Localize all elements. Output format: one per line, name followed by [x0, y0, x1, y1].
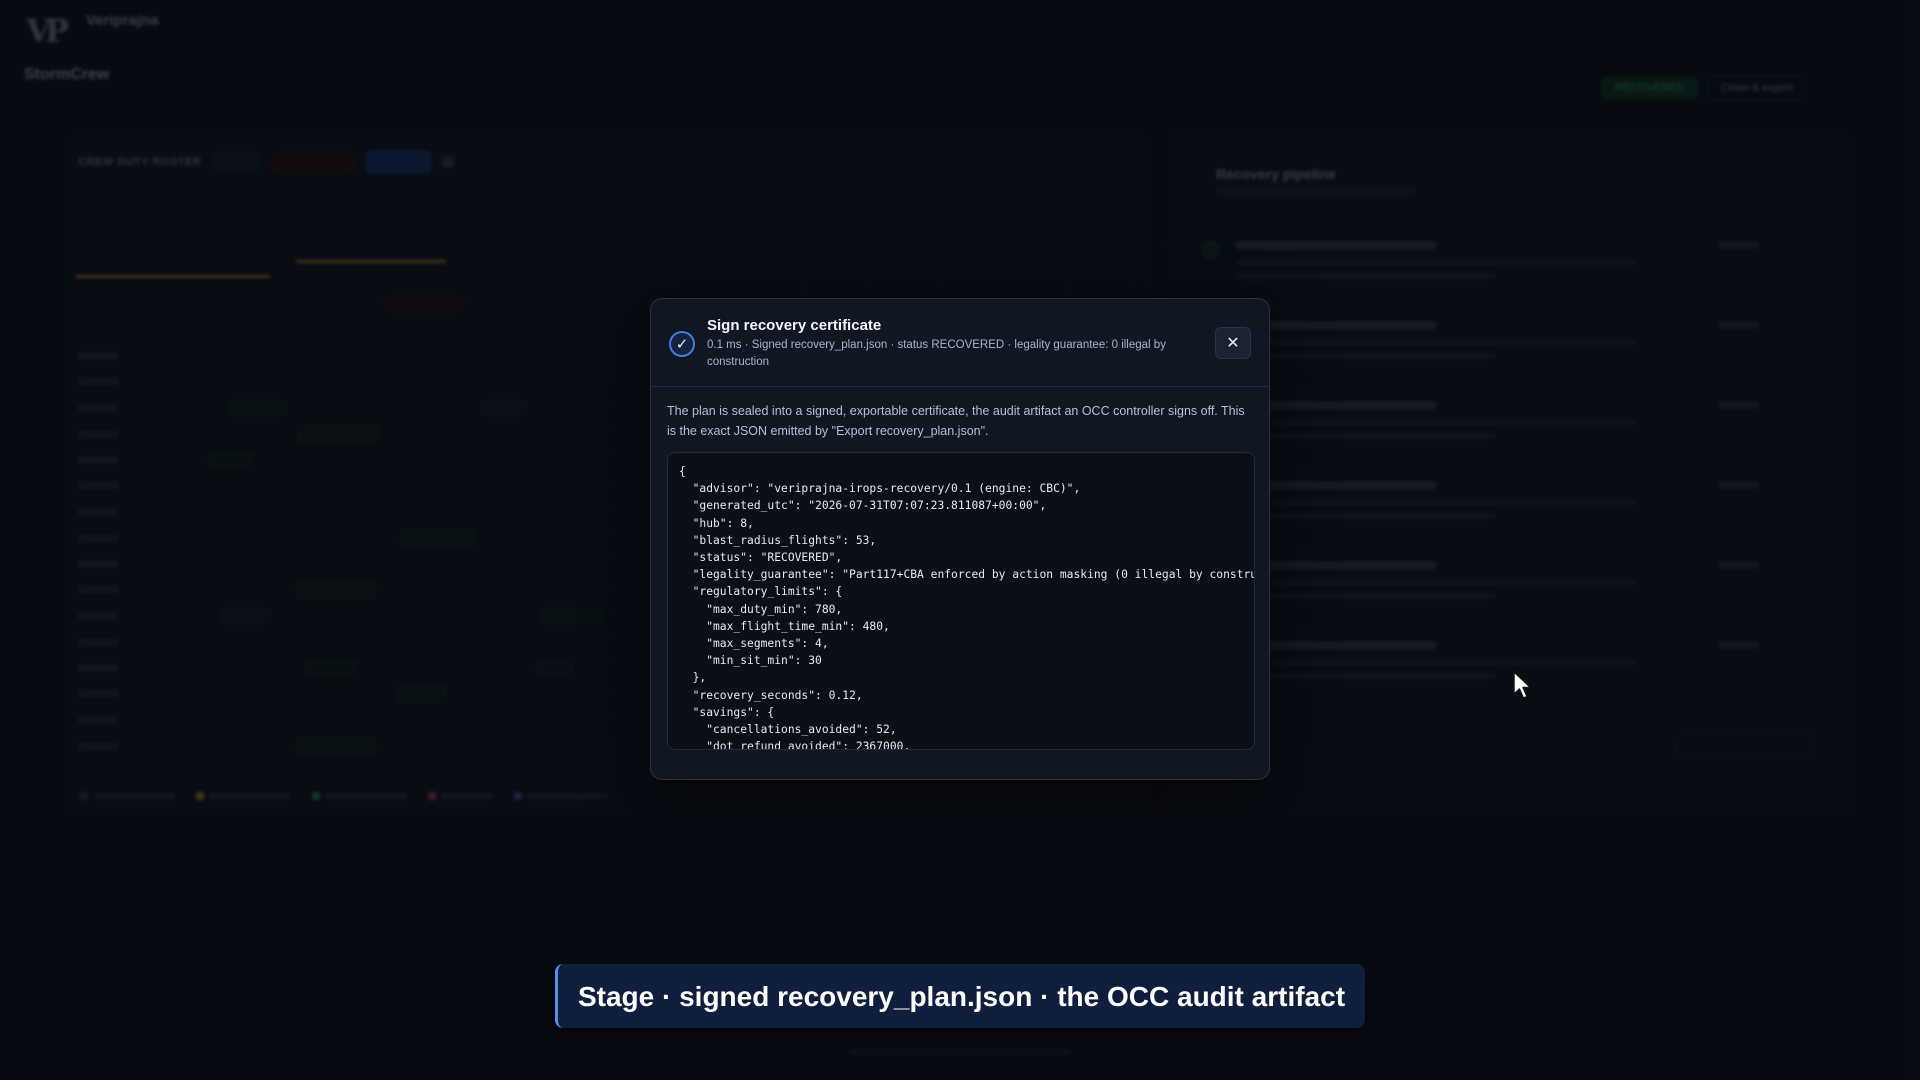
json-line: "dot_refund_avoided": 2367000,: [679, 740, 911, 750]
json-line: },: [679, 671, 707, 685]
caption-text: Stage · signed recovery_plan.json · the …: [577, 981, 1346, 1012]
mouse-cursor-icon: [1513, 671, 1532, 699]
modal-meta: 0.1 ms · Signed recovery_plan.json · sta…: [707, 339, 1166, 368]
json-line: "blast_radius_flights": 53,: [679, 533, 877, 547]
json-viewer[interactable]: { "advisor": "veriprajna-irops-recovery/…: [667, 452, 1255, 750]
json-line: "regulatory_limits": {: [679, 585, 843, 599]
json-line: "hub": 8,: [679, 516, 754, 530]
json-line: "recovery_seconds": 0.12,: [679, 688, 863, 702]
json-line: "max_duty_min": 780,: [679, 602, 843, 616]
json-line: "generated_utc": "2026-07-31T07:07:23.81…: [679, 499, 1047, 513]
json-line: "status": "RECOVERED",: [679, 551, 843, 565]
modal-description: The plan is sealed into a signed, export…: [667, 404, 1245, 438]
json-line: "savings": {: [679, 705, 775, 719]
close-button[interactable]: ✕: [1215, 327, 1251, 359]
json-line: {: [679, 465, 686, 478]
sign-certificate-modal: ✓ Sign recovery certificate 0.1 ms · Sig…: [650, 298, 1270, 780]
json-line: "legality_guarantee": "Part117+CBA enfor…: [679, 568, 1255, 582]
json-line: "max_flight_time_min": 480,: [679, 619, 890, 633]
json-code: { "advisor": "veriprajna-irops-recovery/…: [679, 463, 1255, 750]
json-line: "advisor": "veriprajna-irops-recovery/0.…: [679, 482, 1081, 496]
modal-header: ✓ Sign recovery certificate 0.1 ms · Sig…: [651, 299, 1269, 387]
json-line: "cancellations_avoided": 52,: [679, 723, 897, 737]
check-icon: ✓: [669, 331, 695, 357]
json-line: "min_sit_min": 30: [679, 654, 822, 668]
stage-caption: Stage · signed recovery_plan.json · the …: [555, 964, 1365, 1028]
modal-title: Sign recovery certificate: [707, 317, 882, 334]
json-line: "max_segments": 4,: [679, 637, 829, 651]
